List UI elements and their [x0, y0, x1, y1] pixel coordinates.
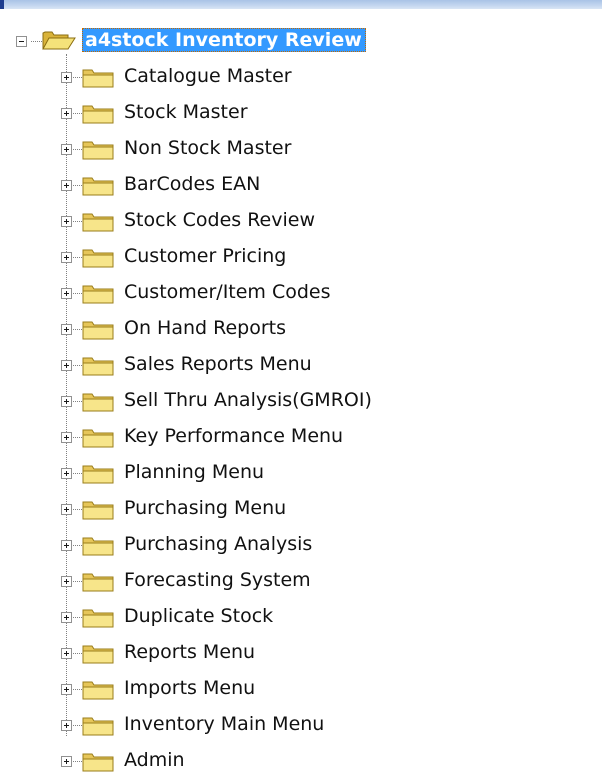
folder-icon	[82, 751, 116, 773]
tree-node[interactable]: Sell Thru Analysis(GMROI)	[0, 383, 590, 419]
tree-node[interactable]: Inventory Main Menu	[0, 707, 590, 743]
tree-node[interactable]: Customer Pricing	[0, 239, 590, 275]
folder-icon	[82, 283, 116, 305]
folder-icon	[82, 679, 116, 701]
tree-node-label[interactable]: Duplicate Stock	[124, 604, 273, 628]
folder-icon	[82, 175, 116, 197]
collapse-toggle-icon[interactable]	[16, 36, 27, 47]
tree-node[interactable]: Customer/Item Codes	[0, 275, 590, 311]
expand-toggle-icon[interactable]	[61, 720, 72, 731]
folder-icon	[82, 643, 116, 665]
tree-node-root[interactable]: a4stock Inventory Review	[16, 23, 586, 59]
folder-icon	[82, 535, 116, 557]
expand-toggle-icon[interactable]	[61, 756, 72, 767]
folder-icon	[82, 607, 116, 629]
tree-node-label[interactable]: Key Performance Menu	[124, 424, 343, 448]
expand-toggle-icon[interactable]	[61, 72, 72, 83]
tree-node-label[interactable]: Purchasing Analysis	[124, 532, 312, 556]
folder-icon	[82, 427, 116, 449]
tree-node-label[interactable]: Reports Menu	[124, 640, 255, 664]
folder-icon	[82, 67, 116, 89]
tree-node[interactable]: Purchasing Analysis	[0, 527, 590, 563]
tree-node[interactable]: Sales Reports Menu	[0, 347, 590, 383]
tree-node-label[interactable]: Stock Codes Review	[124, 208, 315, 232]
expand-toggle-icon[interactable]	[61, 684, 72, 695]
folder-icon	[82, 103, 116, 125]
tree-node[interactable]: Imports Menu	[0, 671, 590, 707]
expand-toggle-icon[interactable]	[61, 396, 72, 407]
tree-node-label[interactable]: Sales Reports Menu	[124, 352, 312, 376]
tree-node[interactable]: Reports Menu	[0, 635, 590, 671]
menu-tree-view[interactable]: a4stock Inventory Review Catalogue Maste…	[0, 0, 602, 774]
expand-toggle-icon[interactable]	[61, 648, 72, 659]
tree-node[interactable]: Planning Menu	[0, 455, 590, 491]
tree-node-root-label[interactable]: a4stock Inventory Review	[82, 28, 366, 52]
expand-toggle-icon[interactable]	[61, 360, 72, 371]
tree-node[interactable]: BarCodes EAN	[0, 167, 590, 203]
folder-icon	[82, 463, 116, 485]
tree-node[interactable]: Forecasting System	[0, 563, 590, 599]
tree-node-label[interactable]: Sell Thru Analysis(GMROI)	[124, 388, 372, 412]
expand-toggle-icon[interactable]	[61, 144, 72, 155]
tree-node-label[interactable]: Stock Master	[124, 100, 248, 124]
tree-node[interactable]: Stock Master	[0, 95, 590, 131]
tree-node-label[interactable]: Imports Menu	[124, 676, 255, 700]
tree-node-label[interactable]: Inventory Main Menu	[124, 712, 324, 736]
tree-node-label[interactable]: Planning Menu	[124, 460, 264, 484]
expand-toggle-icon[interactable]	[61, 612, 72, 623]
expand-toggle-icon[interactable]	[61, 180, 72, 191]
tree-node-label[interactable]: Customer Pricing	[124, 244, 286, 268]
folder-icon	[82, 247, 116, 269]
folder-icon	[82, 139, 116, 161]
tree-node-label[interactable]: Catalogue Master	[124, 64, 292, 88]
tree-node[interactable]: On Hand Reports	[0, 311, 590, 347]
folder-icon	[82, 355, 116, 377]
folder-icon	[82, 211, 116, 233]
expand-toggle-icon[interactable]	[61, 324, 72, 335]
expand-toggle-icon[interactable]	[61, 288, 72, 299]
tree-node-label[interactable]: Non Stock Master	[124, 136, 291, 160]
folder-open-icon	[42, 29, 76, 51]
expand-toggle-icon[interactable]	[61, 252, 72, 263]
folder-icon	[82, 391, 116, 413]
expand-toggle-icon[interactable]	[61, 540, 72, 551]
tree-node[interactable]: Non Stock Master	[0, 131, 590, 167]
folder-icon	[82, 571, 116, 593]
expand-toggle-icon[interactable]	[61, 576, 72, 587]
expand-toggle-icon[interactable]	[61, 468, 72, 479]
tree-node-label[interactable]: Admin	[124, 748, 185, 772]
tree-node[interactable]: Catalogue Master	[0, 59, 590, 95]
tree-node[interactable]: Stock Codes Review	[0, 203, 590, 239]
tree-node-label[interactable]: Customer/Item Codes	[124, 280, 331, 304]
tree-node[interactable]: Duplicate Stock	[0, 599, 590, 635]
folder-icon	[82, 715, 116, 737]
tree-node-label[interactable]: BarCodes EAN	[124, 172, 260, 196]
folder-icon	[82, 499, 116, 521]
expand-toggle-icon[interactable]	[61, 108, 72, 119]
expand-toggle-icon[interactable]	[61, 216, 72, 227]
tree-node[interactable]: Key Performance Menu	[0, 419, 590, 455]
folder-icon	[82, 319, 116, 341]
tree-node-label[interactable]: Forecasting System	[124, 568, 311, 592]
expand-toggle-icon[interactable]	[61, 432, 72, 443]
tree-node-label[interactable]: Purchasing Menu	[124, 496, 286, 520]
expand-toggle-icon[interactable]	[61, 504, 72, 515]
tree-node-label[interactable]: On Hand Reports	[124, 316, 286, 340]
tree-node[interactable]: Purchasing Menu	[0, 491, 590, 527]
